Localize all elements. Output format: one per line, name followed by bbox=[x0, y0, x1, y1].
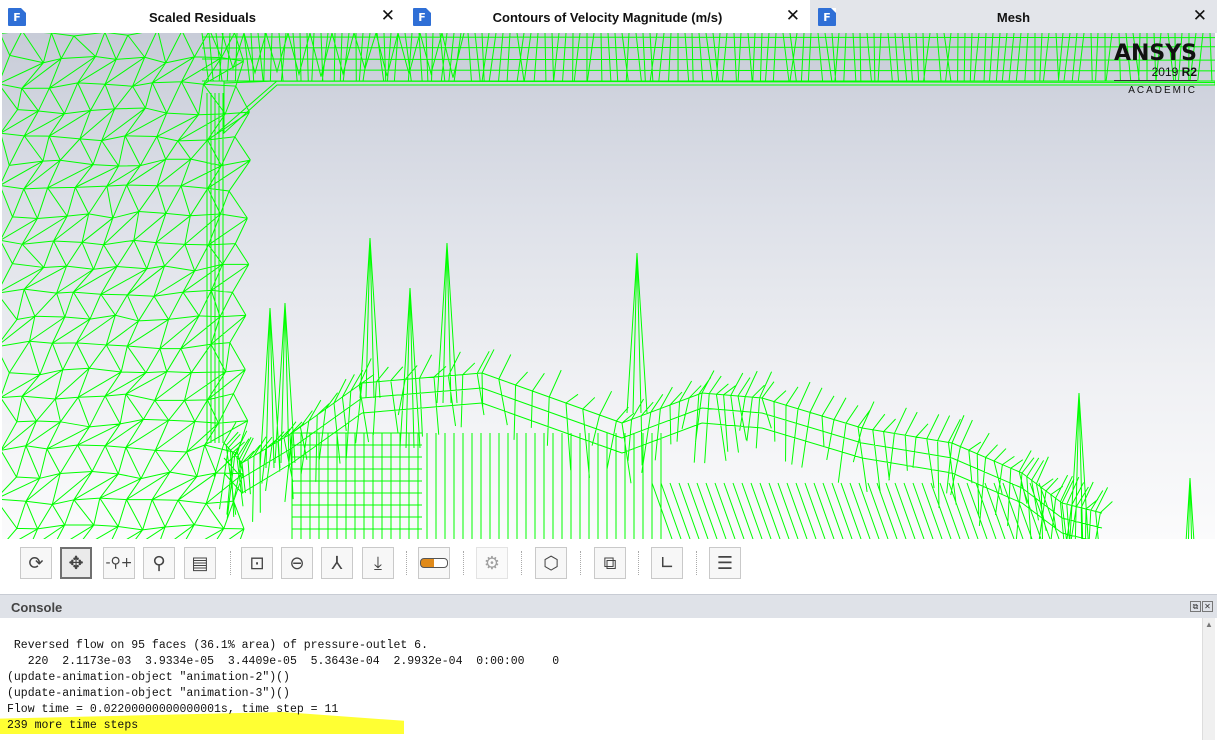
fit-to-window-icon[interactable]: ⊡ bbox=[241, 547, 273, 579]
mesh-wireframe bbox=[2, 33, 1215, 539]
close-icon[interactable]: ✕ bbox=[786, 6, 800, 26]
scroll-up-icon[interactable]: ▲ bbox=[1205, 620, 1213, 629]
tab-contours-velocity[interactable]: F Contours of Velocity Magnitude (m/s) ✕ bbox=[405, 0, 810, 33]
rotate-icon[interactable]: ⟳ bbox=[20, 547, 52, 579]
lighting-icon[interactable]: ⚙ bbox=[476, 547, 508, 579]
logo-version: 2019 R2 bbox=[1113, 65, 1197, 81]
graphics-toolbar: ⟳ ✥ -⚲+ ⚲ ▤ ⊡ ⊖ ⅄ ⤓ ⚙ ⬡ ⧉ ∟ ☰ bbox=[0, 539, 1217, 594]
console-panel: Console ⧉ ✕ Reversed flow on 95 faces (3… bbox=[0, 594, 1217, 740]
colormap-icon[interactable] bbox=[418, 547, 450, 579]
tab-bar: F Scaled Residuals ✕ F Contours of Veloc… bbox=[0, 0, 1217, 33]
toolbar-separator bbox=[580, 551, 582, 575]
isometric-view-icon[interactable]: ⬡ bbox=[535, 547, 567, 579]
zoom-to-area-icon[interactable]: ▤ bbox=[184, 547, 216, 579]
toolbar-separator bbox=[521, 551, 523, 575]
close-icon[interactable]: ✕ bbox=[1193, 6, 1207, 26]
toolbar-separator bbox=[696, 551, 698, 575]
tab-label: Mesh bbox=[996, 10, 1031, 25]
logo-brand: ANSYS bbox=[1113, 41, 1197, 66]
console-scrollbar[interactable]: ▲ bbox=[1202, 618, 1215, 740]
xy-plot-icon[interactable]: ∟ bbox=[651, 547, 683, 579]
logo-release: R2 bbox=[1181, 65, 1197, 79]
ansys-logo: ANSYS 2019 R2 ACADEMIC bbox=[1113, 41, 1197, 96]
tab-mesh[interactable]: F Mesh ✕ bbox=[810, 0, 1217, 33]
console-line: (update-animation-object "animation-3")(… bbox=[7, 687, 290, 700]
mesh-lines bbox=[2, 33, 1215, 539]
view-box-icon[interactable]: ⧉ bbox=[594, 547, 626, 579]
console-output[interactable]: Reversed flow on 95 faces (36.1% area) o… bbox=[0, 618, 1203, 740]
tab-label: Scaled Residuals bbox=[149, 10, 256, 25]
float-icon[interactable]: ⧉ bbox=[1190, 601, 1201, 612]
zoom-icon[interactable]: ⚲ bbox=[143, 547, 175, 579]
console-header: Console ⧉ ✕ bbox=[0, 594, 1217, 618]
close-icon[interactable]: ✕ bbox=[1202, 601, 1213, 612]
view-import-icon[interactable]: ⤓ bbox=[362, 547, 394, 579]
console-line: Flow time = 0.02200000000000001s, time s… bbox=[7, 703, 339, 716]
axes-orientation-icon[interactable]: ⅄ bbox=[321, 547, 353, 579]
toolbar-separator bbox=[406, 551, 408, 575]
logo-year: 2019 bbox=[1151, 65, 1179, 79]
console-line: 220 2.1173e-03 3.9334e-05 3.4409e-05 5.3… bbox=[7, 655, 560, 668]
console-line: 239 more time steps bbox=[7, 719, 139, 732]
toolbar-separator bbox=[230, 551, 232, 575]
tab-scaled-residuals[interactable]: F Scaled Residuals ✕ bbox=[0, 0, 405, 33]
zoom-out-icon[interactable]: ⊖ bbox=[281, 547, 313, 579]
close-icon[interactable]: ✕ bbox=[381, 6, 395, 26]
console-title: Console bbox=[11, 600, 63, 615]
toolbar-separator bbox=[463, 551, 465, 575]
logo-edition: ACADEMIC bbox=[1128, 85, 1197, 96]
console-line: (update-animation-object "animation-2")(… bbox=[7, 671, 290, 684]
tab-label: Contours of Velocity Magnitude (m/s) bbox=[492, 10, 723, 25]
console-line: Reversed flow on 95 faces (36.1% area) o… bbox=[7, 639, 428, 652]
graphics-viewport[interactable]: ANSYS 2019 R2 ACADEMIC bbox=[2, 33, 1215, 539]
report-icon[interactable]: ☰ bbox=[709, 547, 741, 579]
toolbar-separator bbox=[638, 551, 640, 575]
pan-icon[interactable]: ✥ bbox=[60, 547, 92, 579]
zoom-in-out-icon[interactable]: -⚲+ bbox=[103, 547, 135, 579]
